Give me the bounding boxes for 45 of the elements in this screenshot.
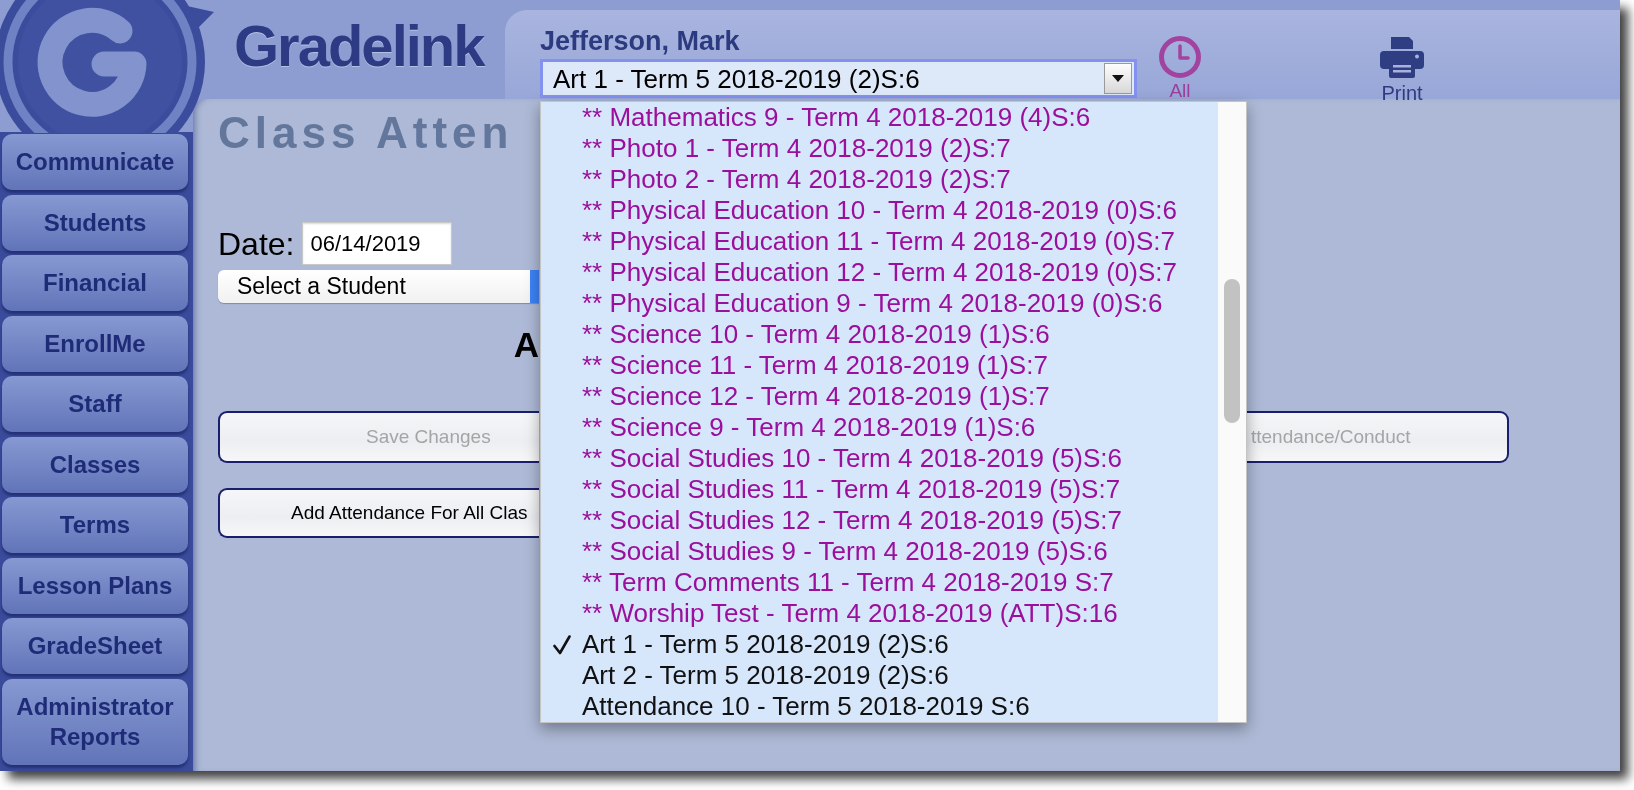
dropdown-option[interactable]: ** Social Studies 12 - Term 4 2018-2019 (5)S:7 bbox=[541, 505, 1217, 536]
dropdown-option[interactable]: ** Physical Education 11 - Term 4 2018-2019 (0)S:7 bbox=[541, 226, 1217, 257]
dropdown-option[interactable]: Art 1 - Term 5 2018-2019 (2)S:6 bbox=[541, 629, 1217, 660]
stepper-icon bbox=[530, 270, 539, 303]
dropdown-option[interactable]: ** Mathematics 9 - Term 4 2018-2019 (4)S:6 bbox=[541, 102, 1217, 133]
dropdown-option[interactable]: ** Science 10 - Term 4 2018-2019 (1)S:6 bbox=[541, 319, 1217, 350]
user-name: Jefferson, Mark bbox=[540, 27, 741, 55]
dropdown-option[interactable]: ** Photo 1 - Term 4 2018-2019 (2)S:7 bbox=[541, 133, 1217, 164]
section-heading: A bbox=[513, 327, 539, 362]
dropdown-option[interactable]: ** Physical Education 9 - Term 4 2018-2019 (0)S:6 bbox=[541, 288, 1217, 319]
scrollbar-thumb[interactable] bbox=[1224, 279, 1240, 423]
action-button[interactable]: Add Attendance For All Clas bbox=[218, 488, 539, 538]
page-title: Class Atten bbox=[218, 111, 514, 155]
clock-icon bbox=[1159, 36, 1201, 78]
sidebar-button[interactable]: Staff bbox=[2, 376, 188, 432]
sidebar-button[interactable]: Lesson Plans bbox=[2, 557, 188, 614]
dropdown-option[interactable]: ** Science 12 - Term 4 2018-2019 (1)S:7 bbox=[541, 381, 1217, 412]
dropdown-option[interactable]: ** Social Studies 10 - Term 4 2018-2019 (5)S:6 bbox=[541, 443, 1217, 474]
dropdown-option[interactable]: ** Photo 2 - Term 4 2018-2019 (2)S:7 bbox=[541, 164, 1217, 195]
scrollbar-track[interactable] bbox=[1217, 102, 1246, 722]
date-label: Date: bbox=[218, 227, 295, 260]
dropdown-option[interactable]: ** Physical Education 12 - Term 4 2018-2019 (0)S:7 bbox=[541, 257, 1217, 288]
sidebar-button[interactable]: Administrator Reports bbox=[2, 678, 188, 765]
dropdown-option[interactable]: Attendance 10 - Term 5 2018-2019 S:6 bbox=[541, 691, 1217, 722]
dropdown-option[interactable]: ** Science 9 - Term 4 2018-2019 (1)S:6 bbox=[541, 412, 1217, 443]
sidebar-button[interactable]: Financial bbox=[2, 255, 188, 311]
date-field[interactable]: 06/14/2019 bbox=[302, 222, 453, 265]
printer-icon bbox=[1380, 36, 1424, 78]
student-select[interactable]: Select a Student bbox=[218, 270, 539, 303]
sidebar-button[interactable]: Classes bbox=[2, 436, 188, 493]
dropdown-option[interactable]: ** Social Studies 11 - Term 4 2018-2019 (5)S:7 bbox=[541, 474, 1217, 505]
checkmark-icon bbox=[553, 634, 571, 655]
dropdown-option[interactable]: ** Physical Education 10 - Term 4 2018-2019 (0)S:6 bbox=[541, 195, 1217, 226]
brand-name: Gradelink bbox=[234, 17, 484, 75]
sidebar-button[interactable]: Terms bbox=[2, 497, 188, 553]
sidebar-button[interactable]: EnrollMe bbox=[2, 315, 188, 372]
dropdown-option[interactable]: ** Worship Test - Term 4 2018-2019 (ATT)S:16 bbox=[541, 598, 1217, 629]
sidebar-button[interactable]: GradeSheet bbox=[2, 618, 188, 674]
dropdown-option[interactable]: ** Social Studies 9 - Term 4 2018-2019 (5)S:6 bbox=[541, 536, 1217, 567]
dropdown-option[interactable]: ** Science 11 - Term 4 2018-2019 (1)S:7 bbox=[541, 350, 1217, 381]
class-select[interactable]: Art 1 - Term 5 2018-2019 (2)S:6 bbox=[540, 59, 1137, 98]
sidebar-button[interactable]: Communicate bbox=[2, 134, 188, 190]
dropdown-option[interactable]: Art 2 - Term 5 2018-2019 (2)S:6 bbox=[541, 660, 1217, 691]
dropdown-option[interactable]: ** Term Comments 11 - Term 4 2018-2019 S:7 bbox=[541, 567, 1217, 598]
sidebar-button[interactable]: Students bbox=[2, 194, 188, 251]
